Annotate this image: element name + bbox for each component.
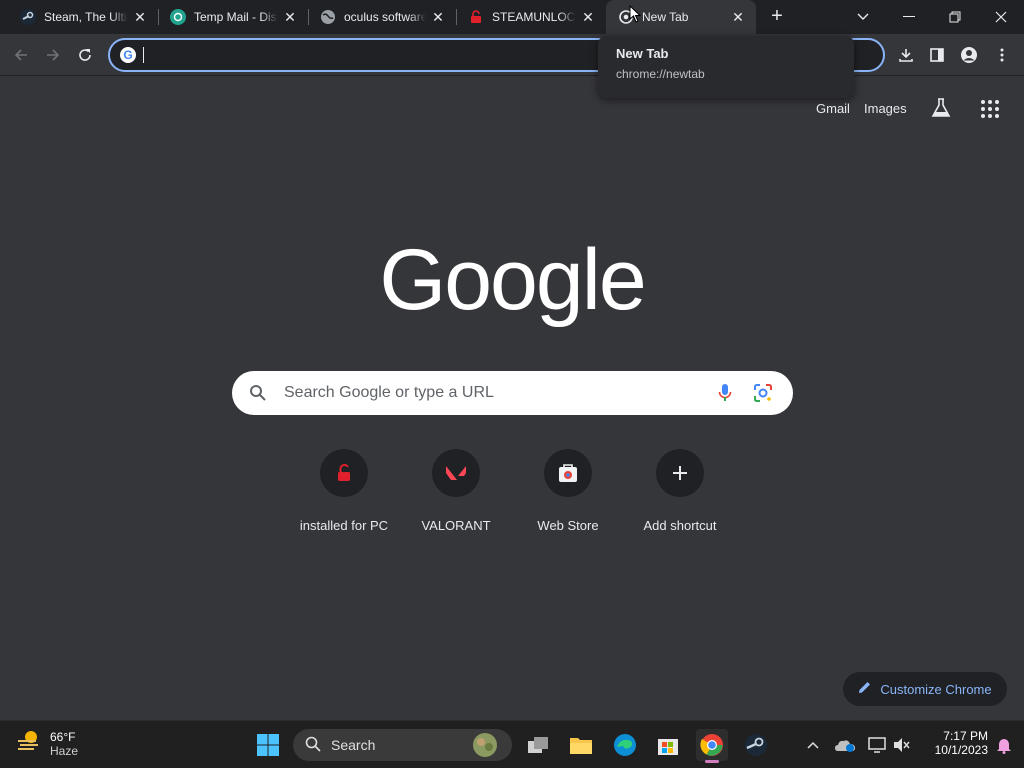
lens-camera-icon[interactable] [753,383,773,408]
webstore-icon [544,449,592,497]
tab-title: STEAMUNLOCKED [492,10,576,24]
new-tab-page: Gmail Images Google installed for PC [0,77,1024,720]
search-box[interactable] [232,371,793,415]
apps-grid-icon[interactable] [980,99,1000,119]
google-logo: Google [379,232,646,328]
shortcut-label: Add shortcut [643,518,717,533]
close-icon[interactable]: ✕ [132,9,148,25]
clock-time: 7:17 PM [943,729,988,743]
reload-button[interactable] [72,42,98,68]
shortcut-installed-for-pc[interactable]: installed for PC [288,449,400,533]
weather-desc: Haze [50,743,79,758]
tray-chevron-icon[interactable] [797,729,829,761]
haze-weather-icon [16,729,42,758]
shortcut-label: installed for PC [299,518,389,533]
microsoft-store-icon[interactable] [652,729,684,761]
search-input[interactable] [284,384,704,402]
labs-flask-icon[interactable] [930,97,954,121]
steam-icon [20,9,36,25]
mic-icon[interactable] [718,383,732,408]
back-button[interactable] [8,42,34,68]
clock-date: 10/1/2023 [934,743,988,757]
tab-hover-card: New Tab chrome://newtab [598,36,854,98]
close-icon[interactable]: ✕ [430,9,446,25]
windows-start-icon[interactable] [252,729,284,761]
tab-title: Steam, The Ultimate Online Game Platform [44,10,128,24]
gmail-link[interactable]: Gmail [816,101,850,116]
steamunlocked-icon [468,9,484,25]
tab-oculus[interactable]: oculus software ✕ [308,0,456,34]
windows-taskbar: 66°F Haze Search 7:17 PM 10/1/2023 [0,720,1024,768]
shortcut-label: Web Store [537,518,599,533]
red-unlock-icon [320,449,368,497]
shortcut-valorant[interactable]: VALORANT [400,449,512,533]
google-g-icon: G [120,47,136,63]
chrome-taskbar-icon[interactable] [696,729,728,763]
tab-title: Temp Mail - Disposable Temporary Email [194,10,278,24]
valorant-icon [432,449,480,497]
profile-icon[interactable] [956,42,982,68]
shortcut-label: VALORANT [421,518,491,533]
tab-tempmail[interactable]: Temp Mail - Disposable Temporary Email ✕ [158,0,308,34]
new-tab-button[interactable]: + [766,6,788,28]
shortcut-add[interactable]: Add shortcut [624,449,736,533]
steam-taskbar-icon[interactable] [740,729,772,761]
search-icon [305,736,321,755]
globe-icon [320,9,336,25]
toolbar: G [0,34,1024,76]
clock[interactable]: 7:17 PM 10/1/2023 [918,729,988,757]
tab-steamunlocked[interactable]: STEAMUNLOCKED ✕ [456,0,606,34]
tab-strip: Steam, The Ultimate Online Game Platform… [0,0,1024,34]
task-view-icon[interactable] [522,729,554,761]
search-icon [232,384,284,402]
onedrive-icon[interactable] [829,729,861,761]
weather-widget[interactable]: 66°F Haze [16,729,78,758]
side-panel-icon[interactable] [924,42,950,68]
search-highlight-icon [469,732,501,761]
taskbar-search[interactable]: Search [293,729,512,761]
tab-title: New Tab [642,10,689,24]
tab-title: oculus software [344,10,426,24]
images-link[interactable]: Images [864,101,907,116]
close-icon[interactable]: ✕ [282,9,298,25]
restore-button[interactable] [932,0,978,34]
forward-button[interactable] [40,42,66,68]
menu-kebab-icon[interactable] [989,42,1015,68]
download-icon[interactable] [893,42,919,68]
tab-search-chevron-icon[interactable] [840,0,886,34]
minimize-button[interactable] [886,0,932,34]
tab-steam[interactable]: Steam, The Ultimate Online Game Platform… [0,0,158,34]
tempmail-icon [170,9,186,25]
edge-icon[interactable] [609,729,641,761]
taskbar-search-label: Search [331,737,376,753]
weather-temp: 66°F [50,729,76,744]
shortcut-web-store[interactable]: Web Store [512,449,624,533]
plus-icon [656,449,704,497]
notification-bell-icon[interactable] [988,729,1020,761]
hovercard-url: chrome://newtab [616,67,705,81]
customize-chrome-button[interactable]: Customize Chrome [843,672,1007,706]
customize-label: Customize Chrome [880,681,992,697]
file-explorer-icon[interactable] [565,729,597,761]
volume-muted-icon[interactable] [886,729,918,761]
hovercard-title: New Tab [616,46,669,61]
mouse-cursor-icon [629,4,642,28]
window-close-button[interactable] [978,0,1024,34]
close-icon[interactable]: ✕ [730,9,746,25]
close-icon[interactable]: ✕ [580,9,596,25]
pencil-icon [858,681,871,697]
